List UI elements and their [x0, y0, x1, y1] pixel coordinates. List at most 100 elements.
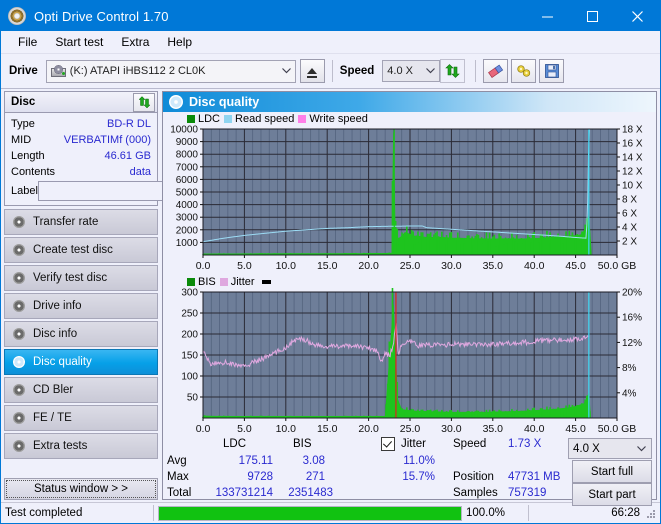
svg-text:16%: 16% [622, 313, 642, 324]
svg-text:100: 100 [181, 372, 198, 383]
eject-icon [307, 68, 318, 78]
sidebar-item-verify-test-disc[interactable]: Verify test disc [4, 265, 158, 291]
sidebar-item-drive-info[interactable]: Drive info [4, 293, 158, 319]
sidebar-item-cd-bler[interactable]: CD Bler [4, 377, 158, 403]
disc-refresh-button[interactable] [133, 92, 155, 112]
menu-file[interactable]: File [9, 32, 46, 52]
sidebar-item-extra-tests[interactable]: Extra tests [4, 433, 158, 459]
chevron-down-icon [637, 445, 646, 452]
svg-text:25.0: 25.0 [400, 260, 421, 272]
status-window-button[interactable]: Status window > > [4, 478, 158, 500]
stats-row-avg-label: Avg [167, 455, 187, 467]
sidebar-item-transfer-rate[interactable]: Transfer rate [4, 209, 158, 235]
sidebar-item-disc-info[interactable]: Disc info [4, 321, 158, 347]
svg-text:300: 300 [181, 288, 198, 299]
disc-row-contents-value: data [129, 166, 151, 178]
stats-avg-bis: 3.08 [302, 455, 325, 467]
svg-text:15.0: 15.0 [317, 423, 338, 435]
stats-position-label: Position [453, 471, 494, 483]
sidebar-item-label: CD Bler [33, 384, 74, 396]
menu-help[interactable]: Help [158, 32, 201, 52]
svg-text:200: 200 [181, 330, 198, 341]
resize-grip[interactable] [647, 510, 657, 520]
stats-samples-value: 757319 [508, 487, 547, 499]
sidebar-item-fe-te[interactable]: FE / TE [4, 405, 158, 431]
svg-text:4%: 4% [622, 388, 637, 399]
disc-row-contents: Contents data [11, 164, 151, 180]
title-bar: Opti Drive Control 1.70 [1, 1, 660, 31]
drive-select-value: (K:) ATAPI iHBS112 2 CL0K [69, 65, 206, 77]
bottom-chart-legend: BIS Jitter [163, 273, 656, 288]
disc-icon [11, 355, 27, 369]
test-speed-select[interactable]: 4.0 X [568, 438, 652, 459]
svg-text:1000: 1000 [176, 238, 199, 249]
svg-text:18 X: 18 X [622, 125, 643, 136]
legend-swatch-jitter [219, 277, 228, 286]
svg-text:16 X: 16 X [622, 139, 643, 150]
disc-icon [11, 411, 27, 425]
sidebar-item-label: Create test disc [33, 244, 113, 256]
svg-text:50: 50 [187, 393, 199, 404]
menu-extra[interactable]: Extra [112, 32, 158, 52]
start-part-button[interactable]: Start part [572, 483, 652, 506]
start-full-button[interactable]: Start full [572, 460, 652, 483]
erase-button[interactable] [483, 59, 509, 83]
refresh-drive-button[interactable] [440, 59, 466, 83]
close-icon[interactable] [615, 1, 660, 31]
menu-start-test[interactable]: Start test [46, 32, 112, 52]
svg-text:5.0: 5.0 [237, 423, 252, 435]
menu-extra-label: Extra [121, 35, 150, 49]
disc-row-type-value: BD-R DL [106, 118, 151, 130]
svg-text:6 X: 6 X [622, 209, 637, 220]
disc-row-contents-key: Contents [11, 166, 56, 178]
svg-text:10 X: 10 X [622, 181, 643, 192]
svg-text:6000: 6000 [176, 175, 199, 186]
jitter-label: Jitter [401, 438, 426, 450]
svg-text:15.0: 15.0 [317, 260, 338, 272]
drive-select[interactable]: (K:) ATAPI iHBS112 2 CL0K [45, 59, 296, 83]
svg-text:12 X: 12 X [622, 167, 643, 178]
stats-header-bis: BIS [293, 438, 312, 450]
status-divider-1 [153, 505, 154, 521]
svg-text:250: 250 [181, 309, 198, 320]
disc-label-row: Label [11, 180, 239, 202]
stats-speed-value: 1.73 X [508, 438, 542, 450]
sidebar-item-disc-quality[interactable]: Disc quality [4, 349, 158, 375]
speed-label: Speed [339, 65, 375, 77]
stats-speed-label: Speed [453, 438, 487, 450]
legend-swatch-ldc [187, 114, 195, 123]
svg-text:20.0: 20.0 [358, 423, 379, 435]
disc-icon [11, 299, 27, 313]
stats-max-jitter: 15.7% [402, 471, 435, 483]
svg-text:14 X: 14 X [622, 153, 643, 164]
legend-label: Read speed [235, 112, 295, 125]
disc-info-rows: Type BD-R DL MID VERBATIMf (000) Length … [5, 113, 239, 205]
menu-start-test-label: Start test [55, 35, 104, 49]
tools-button[interactable] [511, 59, 537, 83]
legend-write-speed: Write speed [298, 113, 368, 125]
status-text: Test completed [5, 507, 83, 519]
legend-swatch-bis [187, 277, 195, 286]
disc-row-type-key: Type [11, 118, 35, 130]
stats-row-max-label: Max [167, 471, 189, 483]
app-disc-icon [8, 7, 26, 25]
svg-text:10.0: 10.0 [276, 423, 297, 435]
sidebar-item-label: Disc quality [33, 356, 92, 368]
disc-icon [11, 215, 27, 229]
save-button[interactable] [539, 59, 565, 83]
page-title: Disc quality [189, 95, 260, 109]
sidebar-item-create-test-disc[interactable]: Create test disc [4, 237, 158, 263]
menu-help-label: Help [167, 35, 193, 49]
jitter-checkbox[interactable] [381, 437, 395, 452]
eject-button[interactable] [299, 59, 325, 83]
svg-text:40.0: 40.0 [524, 423, 545, 435]
minimize-icon[interactable] [525, 1, 570, 31]
maximize-icon[interactable] [570, 1, 615, 31]
stats-total-bis: 2351483 [288, 487, 333, 499]
toolbar: Drive (K:) ATAPI iHBS112 2 CL0K Speed 4.… [1, 54, 660, 89]
speed-select[interactable]: 4.0 X [382, 60, 441, 82]
stats-total-ldc: 133731214 [215, 487, 273, 499]
svg-text:2000: 2000 [176, 225, 199, 236]
stats-header-ldc: LDC [223, 438, 247, 450]
